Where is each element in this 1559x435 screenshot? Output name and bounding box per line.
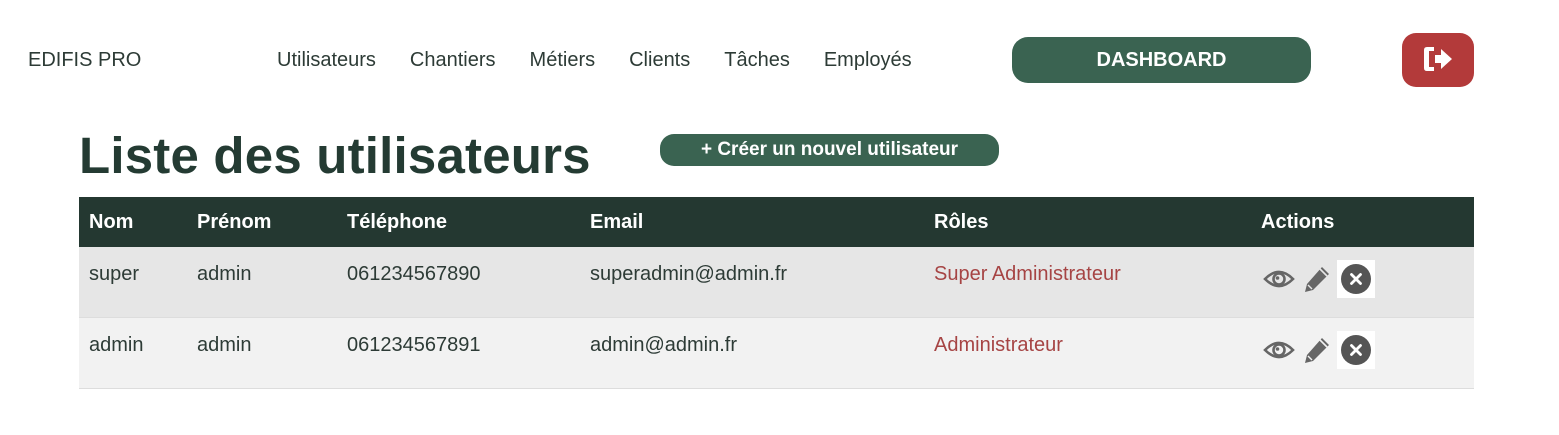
- row-actions: [1261, 247, 1474, 298]
- cell-email: superadmin@admin.fr: [590, 263, 788, 285]
- nav-item-clients[interactable]: Clients: [629, 49, 690, 72]
- header-actions: Actions: [1261, 210, 1335, 233]
- pencil-icon[interactable]: [1299, 261, 1335, 297]
- cell-role: Super Administrateur: [934, 263, 1121, 285]
- table-header: Nom Prénom Téléphone Email Rôles Actions: [79, 197, 1474, 247]
- header-nom: Nom: [89, 210, 134, 233]
- close-circle-icon: [1341, 264, 1371, 294]
- brand-logo-text[interactable]: EDIFIS PRO: [28, 49, 141, 72]
- header-telephone: Téléphone: [347, 210, 448, 233]
- close-circle-icon: [1341, 335, 1371, 365]
- cell-prenom: admin: [197, 334, 252, 356]
- header-prenom: Prénom: [197, 210, 272, 233]
- main-nav: Utilisateurs Chantiers Métiers Clients T…: [277, 49, 912, 72]
- logout-icon: [1421, 44, 1455, 77]
- create-user-button[interactable]: + Créer un nouvel utilisateur: [660, 134, 999, 166]
- row-actions: [1261, 318, 1474, 369]
- nav-item-utilisateurs[interactable]: Utilisateurs: [277, 49, 376, 72]
- page-title: Liste des utilisateurs: [79, 127, 591, 184]
- cell-telephone: 061234567891: [347, 334, 481, 356]
- cell-nom: admin: [89, 334, 144, 356]
- nav-item-employes[interactable]: Employés: [824, 49, 912, 72]
- nav-item-metiers[interactable]: Métiers: [530, 49, 596, 72]
- delete-button[interactable]: [1337, 331, 1375, 369]
- eye-icon[interactable]: [1261, 261, 1297, 297]
- delete-button[interactable]: [1337, 260, 1375, 298]
- header-email: Email: [590, 210, 644, 233]
- cell-role: Administrateur: [934, 334, 1063, 356]
- pencil-icon[interactable]: [1299, 332, 1335, 368]
- eye-icon[interactable]: [1261, 332, 1297, 368]
- header-roles: Rôles: [934, 210, 989, 233]
- cell-nom: super: [89, 263, 140, 285]
- table-row: admin admin 061234567891 admin@admin.fr …: [79, 318, 1474, 389]
- logout-button[interactable]: [1402, 33, 1474, 87]
- nav-item-taches[interactable]: Tâches: [724, 49, 790, 72]
- dashboard-button[interactable]: DASHBOARD: [1012, 37, 1311, 83]
- users-table: Nom Prénom Téléphone Email Rôles Actions…: [79, 197, 1474, 389]
- nav-item-chantiers[interactable]: Chantiers: [410, 49, 496, 72]
- cell-email: admin@admin.fr: [590, 334, 738, 356]
- cell-prenom: admin: [197, 263, 252, 285]
- cell-telephone: 061234567890: [347, 263, 481, 285]
- table-row: super admin 061234567890 superadmin@admi…: [79, 247, 1474, 318]
